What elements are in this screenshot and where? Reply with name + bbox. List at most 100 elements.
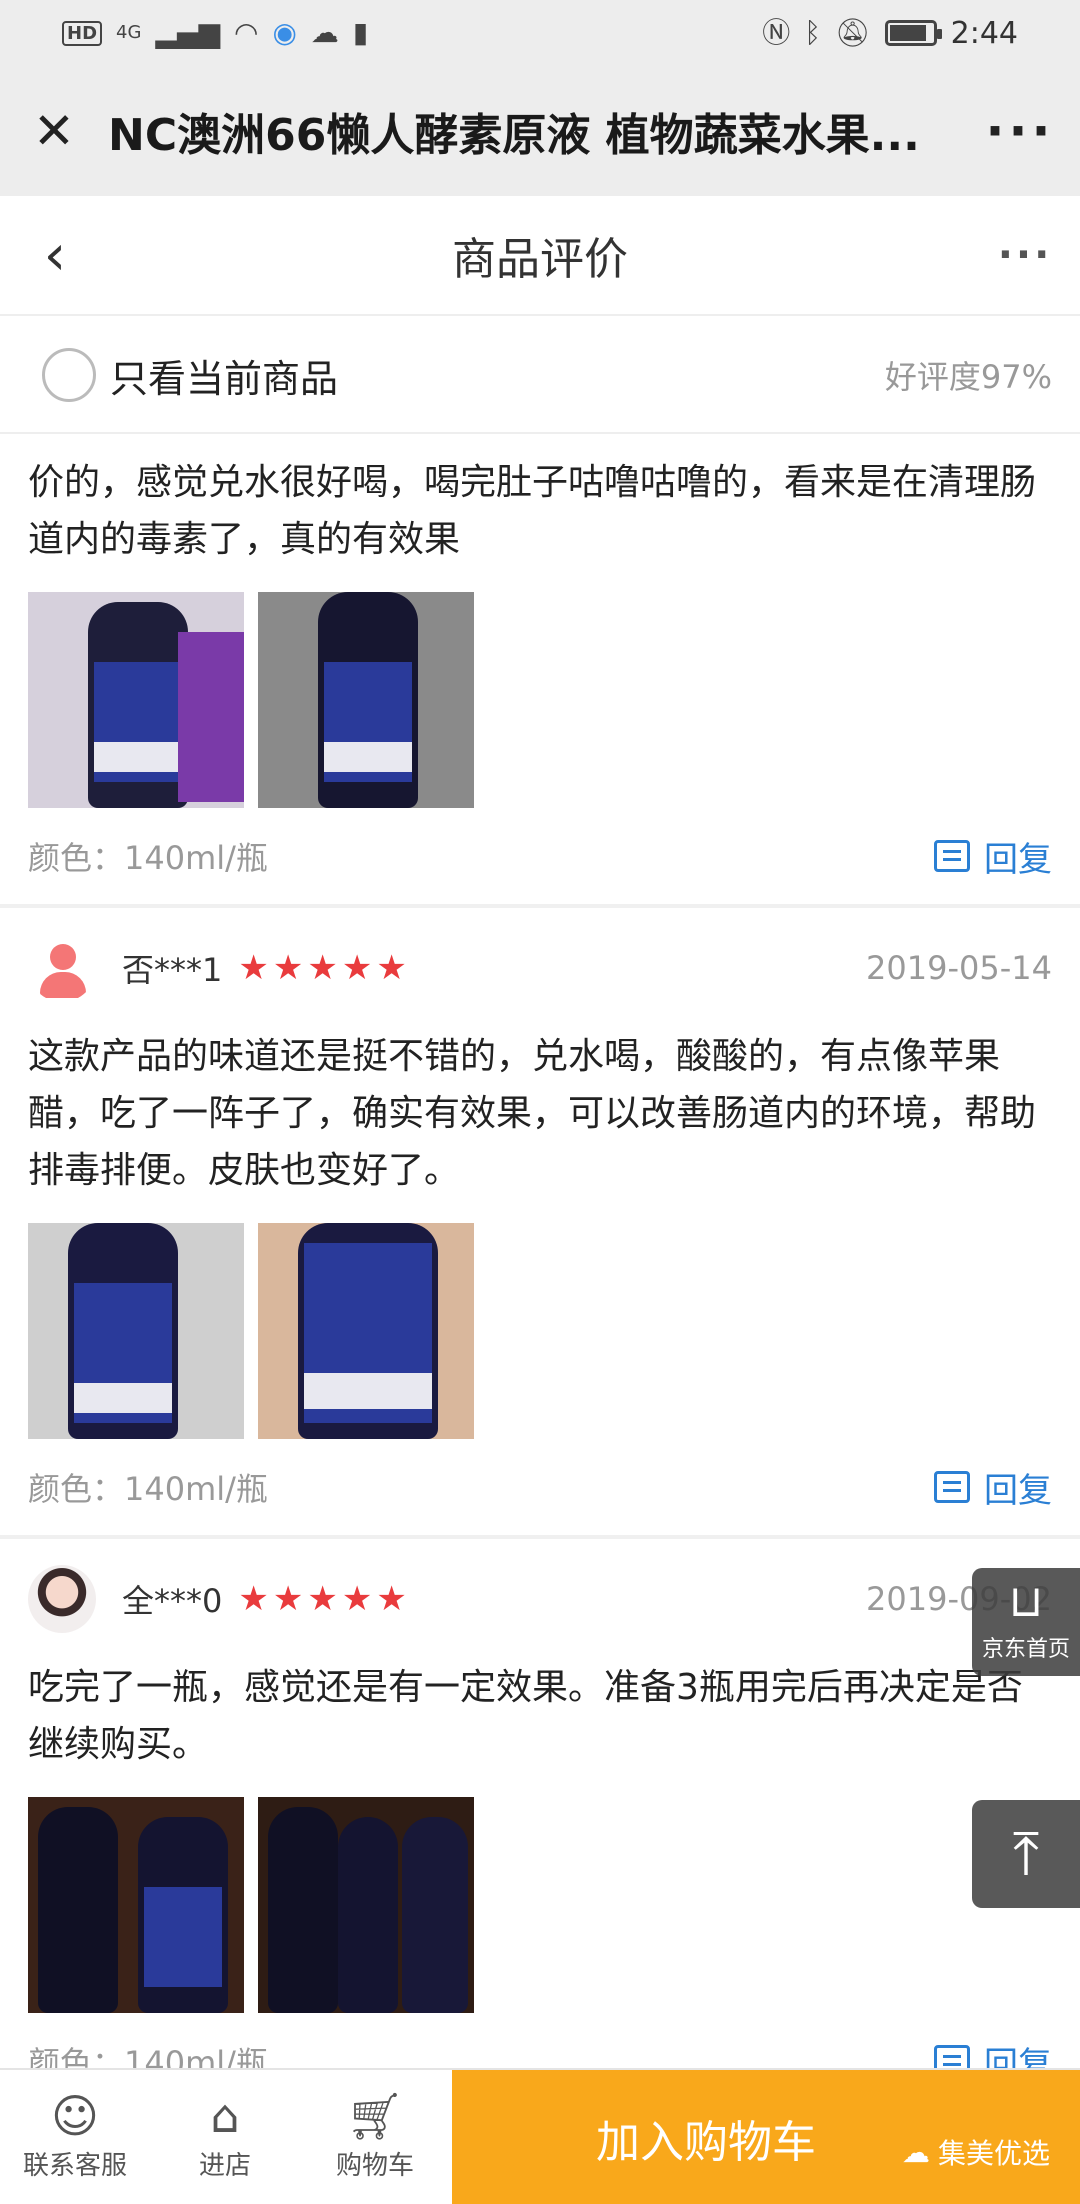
review-item: 价的，感觉兑水很好喝，喝完肚子咕噜咕噜的，看来是在清理肠道内的毒素了，真的有效果… <box>0 434 1080 908</box>
bottle-label <box>144 1887 222 1987</box>
battery-level <box>889 25 926 41</box>
avatar <box>28 934 96 1002</box>
star-icon: ★ <box>238 1579 269 1619</box>
review-photo[interactable] <box>28 1223 244 1439</box>
webview-title-bar: ✕ NC澳洲66懒人酵素原液 植物蔬菜水果... ··· <box>0 66 1080 196</box>
review-text: 价的，感觉兑水很好喝，喝完肚子咕噜咕噜的，看来是在清理肠道内的毒素了，真的有效果 <box>28 462 1037 560</box>
status-bar: HD 4G ▂▄▆ ◠ ◉ ☁ ▮ Ⓝ ᛒ 🔕︎ 2:44 <box>0 0 1080 66</box>
review-text: 吃完了一瓶，感觉还是有一定效果。准备3瓶用完后再决定是否继续购买。 <box>28 1667 1023 1765</box>
watermark-text: 集美优选 <box>937 2137 1050 2170</box>
wechat-icon: ☁ <box>310 16 339 49</box>
avatar <box>28 1565 96 1633</box>
star-icon: ★ <box>307 948 338 988</box>
review-photos <box>0 568 1080 808</box>
star-icon: ★ <box>341 948 373 988</box>
review-username: 全***0 <box>122 1582 223 1620</box>
review-username: 否***1 <box>122 951 223 989</box>
star-icon: ★ <box>307 1579 338 1619</box>
contact-service-label: 联系客服 <box>22 2150 127 2181</box>
bluetooth-icon: ᛒ <box>804 16 822 49</box>
reply-icon <box>934 1471 970 1503</box>
purple-cloth <box>178 632 244 802</box>
review-photos <box>0 1199 1080 1439</box>
cart-button[interactable]: 🛒︎ 购物车 <box>300 2070 450 2204</box>
back-to-top-button[interactable]: ⤒ <box>972 1800 1080 1908</box>
storage-icon: ▮ <box>352 16 369 49</box>
close-icon[interactable]: ✕ <box>0 102 108 160</box>
hd-badge: HD <box>62 20 103 46</box>
cart-label: 购物车 <box>335 2150 414 2181</box>
store-icon: ⌂ <box>210 2088 240 2143</box>
more-menu-icon[interactable]: ··· <box>960 102 1080 160</box>
bottle-image <box>38 1807 118 2013</box>
status-left: HD 4G ▂▄▆ ◠ ◉ ☁ ▮ <box>62 19 368 47</box>
wifi-icon: ◠ <box>234 16 259 49</box>
current-product-label[interactable]: 只看当前商品 <box>110 348 885 403</box>
review-photo[interactable] <box>28 1797 244 2013</box>
bottle-image <box>402 1817 468 2013</box>
review-photo[interactable] <box>258 592 474 808</box>
shopping-bag-icon: ⊔ <box>1008 1576 1044 1627</box>
bottle-label-band <box>74 1383 172 1413</box>
bottle-label-band <box>324 742 412 772</box>
avatar-head <box>50 944 76 970</box>
review-header: 全***0 ★ ★ ★ ★ ★ 2019-09-02 <box>0 1539 1080 1659</box>
review-photos <box>0 1773 1080 2013</box>
review-photo[interactable] <box>258 1223 474 1439</box>
positive-rating: 好评度97% <box>884 358 1052 396</box>
review-item: 全***0 ★ ★ ★ ★ ★ 2019-09-02 吃完了一瓶，感觉还是有一定效果。准… <box>0 1539 1080 2113</box>
review-photo[interactable] <box>28 592 244 808</box>
jd-home-label: 京东首页 <box>981 1637 1070 1662</box>
clock: 2:44 <box>950 15 1018 51</box>
star-icon: ★ <box>376 1579 407 1619</box>
review-list: 价的，感觉兑水很好喝，喝完肚子咕噜咕噜的，看来是在清理肠道内的毒素了，真的有效果… <box>0 434 1080 2113</box>
avatar-body <box>40 972 86 998</box>
star-icon: ★ <box>376 948 407 988</box>
status-right: Ⓝ ᛒ 🔕︎ 2:44 <box>762 16 1018 51</box>
app-notification-icon: ◉ <box>272 16 297 49</box>
star-rating: ★ ★ ★ ★ ★ <box>238 951 406 985</box>
review-meta: 颜色：140ml/瓶 回复 <box>0 1439 1080 1535</box>
bottle-label-band <box>94 742 182 772</box>
store-button[interactable]: ⌂ 进店 <box>150 2070 300 2204</box>
reply-button[interactable]: 回复 <box>934 1463 1052 1512</box>
star-icon: ★ <box>272 948 304 988</box>
review-date: 2019-05-14 <box>866 949 1052 987</box>
page-header: ‹ 商品评价 ··· <box>0 196 1080 316</box>
wechat-watermark-icon: ☁ <box>901 2135 930 2169</box>
jd-home-button[interactable]: ⊔ 京东首页 <box>972 1568 1080 1676</box>
reply-label: 回复 <box>984 1470 1052 1511</box>
arrow-up-icon: ⤒ <box>1012 1819 1040 1889</box>
review-spec: 颜色：140ml/瓶 <box>28 839 268 877</box>
review-item: 否***1 ★ ★ ★ ★ ★ 2019-05-14 这款产品的味道还是挺不错的，兑水喝… <box>0 908 1080 1539</box>
bottle-image <box>268 1807 338 2013</box>
star-icon: ★ <box>238 948 269 988</box>
store-label: 进店 <box>198 2150 251 2181</box>
reply-label: 回复 <box>984 839 1052 880</box>
add-to-cart-label: 加入购物车 <box>596 2117 816 2168</box>
contact-service-button[interactable]: ☺ 联系客服 <box>0 2070 150 2204</box>
review-spec: 颜色：140ml/瓶 <box>28 1470 268 1508</box>
review-header: 否***1 ★ ★ ★ ★ ★ 2019-05-14 <box>0 908 1080 1028</box>
reply-icon <box>934 840 970 872</box>
page: HD 4G ▂▄▆ ◠ ◉ ☁ ▮ Ⓝ ᛒ 🔕︎ 2:44 ✕ NC澳洲66懒人… <box>0 0 1080 2204</box>
bottle-image <box>338 1817 398 2013</box>
reply-button[interactable]: 回复 <box>934 832 1052 881</box>
battery-icon <box>884 20 942 46</box>
watermark: ☁ 集美优选 <box>902 2132 1050 2172</box>
mute-icon: 🔕︎ <box>835 16 871 49</box>
review-photo[interactable] <box>258 1797 474 2013</box>
review-text: 这款产品的味道还是挺不错的，兑水喝，酸酸的，有点像苹果醋，吃了一阵子了，确实有效… <box>28 1036 1037 1191</box>
bottle-label-band <box>304 1373 432 1409</box>
star-icon: ★ <box>341 1579 373 1619</box>
cart-icon: 🛒︎ <box>345 2088 405 2143</box>
star-rating: ★ ★ ★ ★ ★ <box>238 1582 406 1616</box>
page-title: 商品评价 <box>452 234 628 285</box>
current-product-radio[interactable] <box>42 348 96 402</box>
chat-icon: ☺ <box>51 2088 99 2143</box>
header-more-icon[interactable]: ··· <box>970 232 1080 278</box>
network-label: 4G <box>116 22 142 43</box>
back-icon[interactable]: ‹ <box>0 223 110 288</box>
star-icon: ★ <box>272 1579 304 1619</box>
signal-icon: ▂▄▆ <box>155 16 221 49</box>
